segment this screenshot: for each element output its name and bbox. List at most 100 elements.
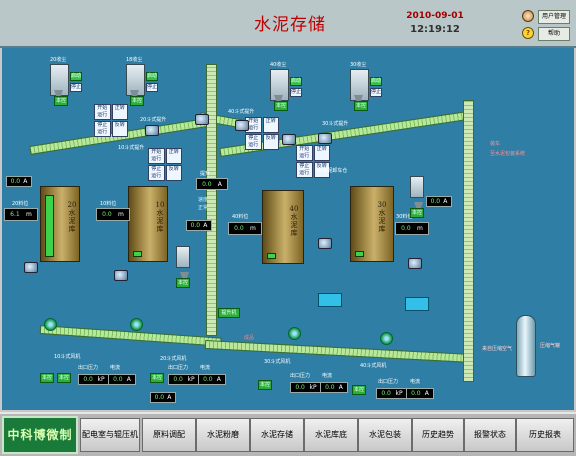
- hoist-badge[interactable]: 提升机: [218, 308, 240, 318]
- stop-button[interactable]: 停止: [290, 88, 302, 97]
- plant-status-badge: 本控: [176, 278, 190, 288]
- conveyor-panel-10: 开始运行 正转 停止运行 反转: [148, 148, 182, 181]
- current-label: 电流: [410, 379, 421, 385]
- truck-icon-1[interactable]: [318, 293, 342, 307]
- tank-label: 压缩气罐: [540, 343, 561, 349]
- nav-history-trend[interactable]: 历史趋势: [412, 418, 464, 452]
- forward-button[interactable]: 正转: [262, 117, 279, 133]
- dust-label: 20收尘: [50, 57, 67, 63]
- valve-icon[interactable]: [408, 258, 422, 269]
- dust-label: 30收尘: [350, 62, 367, 68]
- silo-40[interactable]: 40水泥库: [262, 190, 304, 264]
- reverse-button[interactable]: 反转: [111, 121, 128, 137]
- forward-button[interactable]: 正转: [165, 148, 182, 164]
- conveyor-label: 10斗式提升: [118, 145, 145, 151]
- valve-icon[interactable]: [24, 262, 38, 273]
- nav-silo-bottom[interactable]: 水泥库底: [304, 418, 358, 452]
- plant-status-badge: 本控: [150, 373, 164, 383]
- reverse-button[interactable]: 反转: [165, 165, 182, 181]
- level-unit: m: [117, 211, 124, 218]
- nav-raw-material[interactable]: 原料调配: [142, 418, 196, 452]
- pump-unit-30[interactable]: [410, 176, 424, 198]
- fan-icon[interactable]: [130, 318, 143, 331]
- stop-button[interactable]: 停止: [70, 83, 82, 92]
- nav-cement-storage[interactable]: 水泥存储: [250, 418, 304, 452]
- company-logo: 中科博微制: [2, 416, 78, 454]
- help-button[interactable]: 帮助: [538, 27, 570, 41]
- start-run-button[interactable]: 开始运行: [94, 104, 111, 120]
- user-management-button[interactable]: 用户管理: [538, 10, 570, 24]
- stop-run-button[interactable]: 停止运行: [94, 121, 111, 137]
- outlet-pressure-display: 0.0 kP: [168, 374, 200, 385]
- nav-alarm-status[interactable]: 报警状态: [464, 418, 516, 452]
- dust-collector-30[interactable]: [350, 69, 369, 101]
- conveyor-panel-40: 开始运行 正转 停止运行 反转: [245, 117, 279, 150]
- pump-label: 40水泥卸车仓: [316, 168, 348, 174]
- motor-icon[interactable]: [145, 125, 159, 136]
- stop-button[interactable]: 停止: [370, 88, 382, 97]
- conveyor-label: 40斗式提升: [228, 109, 255, 115]
- start-button[interactable]: 启动: [70, 72, 82, 81]
- readout-unit: A: [217, 180, 222, 188]
- start-run-button[interactable]: 开始运行: [148, 148, 165, 164]
- nav-power-room[interactable]: 配电室与辊压机: [80, 418, 140, 452]
- fan-icon[interactable]: [44, 318, 57, 331]
- dust-current-display: 0.0 A: [6, 176, 32, 187]
- readout-value: 0.0: [325, 384, 335, 391]
- nav-cement-packing[interactable]: 水泥包装: [358, 418, 412, 452]
- nav-cement-grinding[interactable]: 水泥粉磨: [196, 418, 250, 452]
- forward-button[interactable]: 正转: [111, 104, 128, 120]
- product-label: 成品: [244, 335, 255, 341]
- current-label: 电流: [110, 365, 121, 371]
- air-tank[interactable]: [516, 315, 536, 377]
- bucket-elevator-2[interactable]: [463, 100, 474, 382]
- valve-icon[interactable]: [114, 270, 128, 281]
- level-value: 0.0: [234, 225, 244, 232]
- reverse-button[interactable]: 反转: [262, 134, 279, 150]
- outlet-label: 出口压力: [378, 379, 399, 385]
- elevator-label: 提升: [200, 171, 211, 177]
- readout-value: 0.0: [83, 376, 93, 383]
- stop-run-button[interactable]: 停止运行: [148, 165, 165, 181]
- silo-30[interactable]: 30水泥库: [350, 186, 394, 262]
- silo-10[interactable]: 10水泥库: [128, 186, 168, 262]
- stop-run-button[interactable]: 停止运行: [296, 162, 313, 178]
- forward-button[interactable]: 正转: [313, 145, 330, 161]
- readout-unit: A: [167, 394, 172, 401]
- dust-collector-40[interactable]: [270, 69, 289, 101]
- motor-icon[interactable]: [195, 114, 209, 125]
- fan-icon[interactable]: [288, 327, 301, 340]
- dust-label: 40收尘: [270, 62, 287, 68]
- start-button[interactable]: 启动: [290, 77, 302, 86]
- conveyor-panel-20: 开始运行 正转 停止运行 反转: [94, 104, 128, 137]
- readout-unit: A: [203, 222, 208, 229]
- stop-run-button[interactable]: 停止运行: [245, 134, 262, 150]
- dust-collector-20[interactable]: [50, 64, 69, 96]
- dust-collector-18[interactable]: [126, 64, 145, 96]
- start-run-button[interactable]: 开始运行: [296, 145, 313, 161]
- motor-icon[interactable]: [235, 120, 249, 131]
- nav-history-report[interactable]: 历史报表: [516, 418, 574, 452]
- readout-unit: A: [424, 390, 429, 397]
- fan-icon[interactable]: [380, 332, 393, 345]
- readout-unit: kP: [309, 384, 317, 391]
- valve-icon[interactable]: [318, 238, 332, 249]
- plant-status-badge: 本控: [352, 385, 366, 395]
- motor-icon[interactable]: [282, 134, 296, 145]
- current-display: 0.0 A: [198, 374, 226, 385]
- start-button[interactable]: 启动: [370, 77, 382, 86]
- truck-icon-2[interactable]: [405, 297, 429, 311]
- start-button[interactable]: 启动: [146, 72, 158, 81]
- motor-icon[interactable]: [318, 133, 332, 144]
- current-label: 电流: [322, 373, 333, 379]
- stop-button[interactable]: 停止: [146, 83, 158, 92]
- readout-unit: kP: [395, 390, 403, 397]
- readout-value: 0.0: [173, 376, 183, 383]
- pump-unit-40[interactable]: [176, 246, 190, 268]
- outlet-label: 出口压力: [290, 373, 311, 379]
- level-unit: m: [249, 225, 256, 232]
- plant-status-badge: 本控: [130, 96, 144, 106]
- dust-controls-18: 启动 停止: [146, 72, 158, 92]
- readout-value: 0.0: [154, 394, 165, 401]
- silo-20[interactable]: 20水泥库: [40, 186, 80, 262]
